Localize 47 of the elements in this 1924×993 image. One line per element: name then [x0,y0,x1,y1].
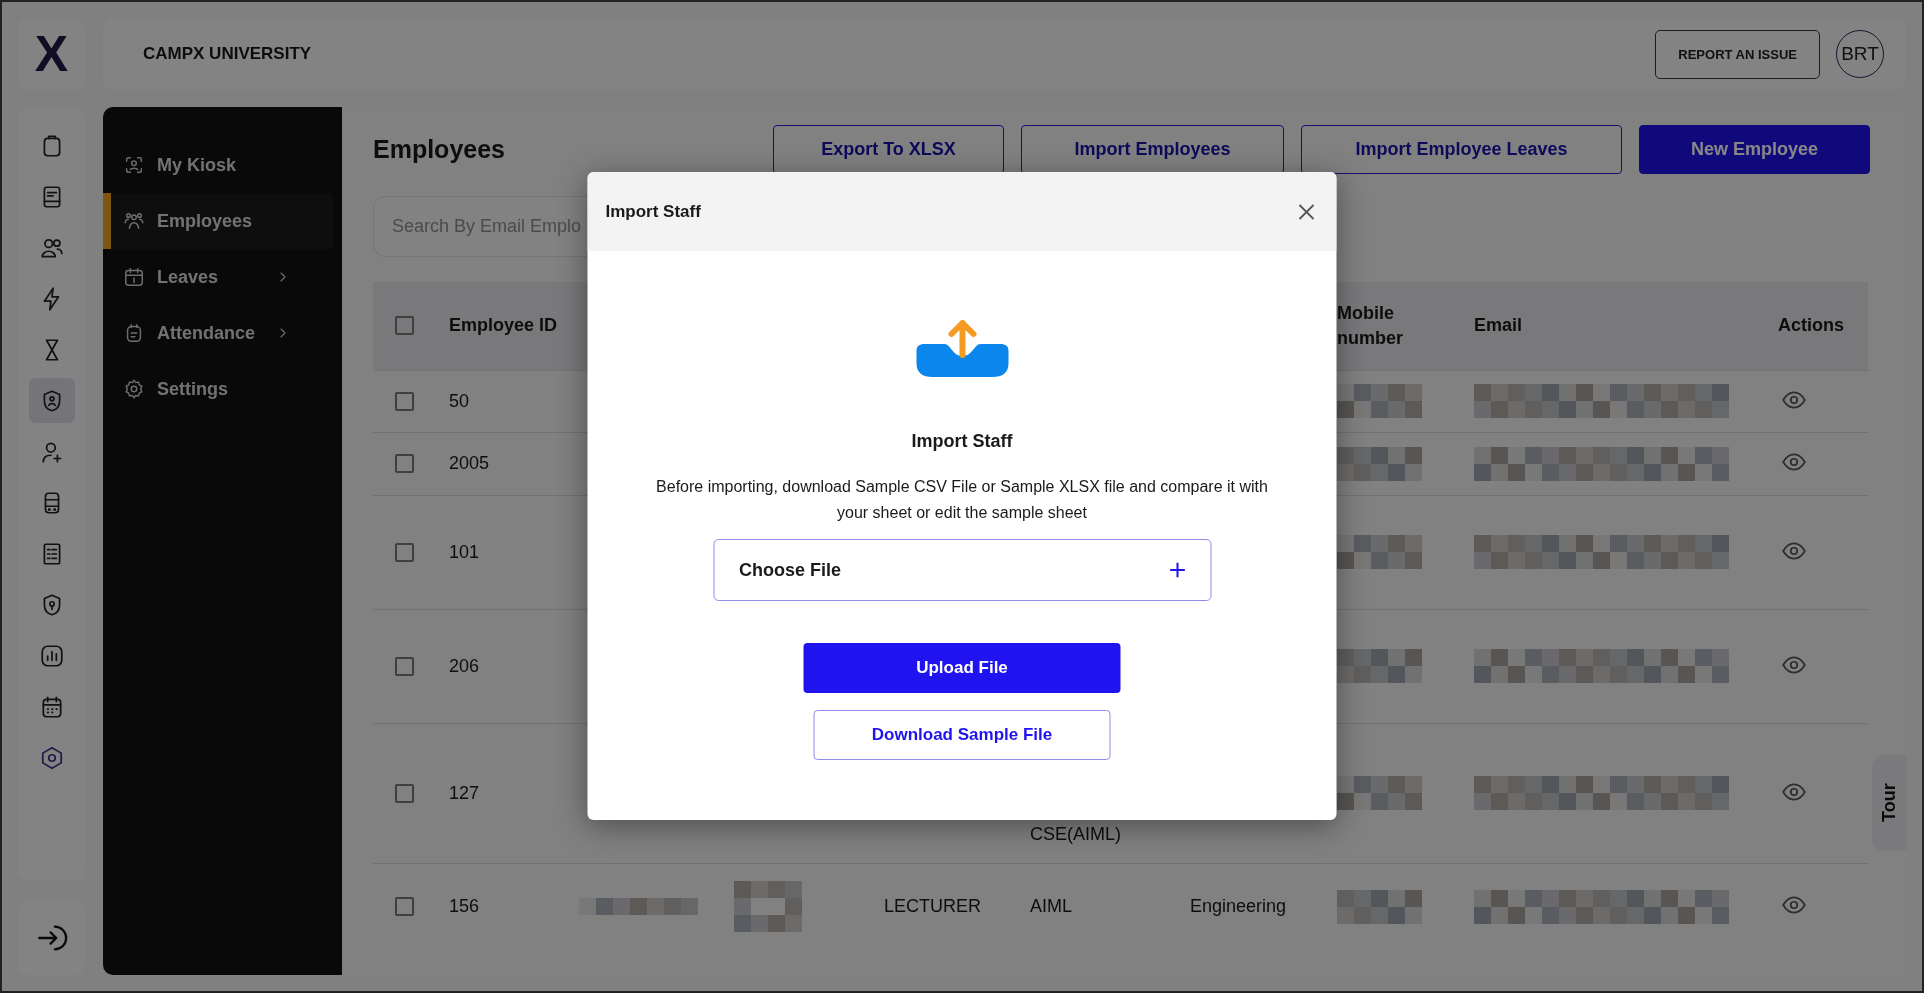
modal-title: Import Staff [605,201,702,222]
checkbox[interactable] [395,783,414,803]
checkbox[interactable] [395,542,414,562]
sidebar-item[interactable]: Attendance [103,305,333,361]
checkbox[interactable] [395,316,414,336]
users-icon [123,210,145,232]
checkbox[interactable] [395,454,414,473]
new-employee-button[interactable]: New Employee [1639,125,1870,174]
table-cell: 127 [449,782,480,803]
checkbox[interactable] [395,656,414,676]
sidebar-item[interactable]: Employees [103,193,333,249]
calendar-icon [123,266,145,288]
column-header: Employee ID [449,315,558,336]
chart-icon[interactable] [38,642,65,669]
redacted-text [734,881,802,933]
table-cell: 156 [449,896,480,917]
table-cell: 101 [449,541,480,562]
table-cell: 206 [449,655,480,676]
table-cell: Engineering [1190,896,1287,917]
report-issue-button[interactable]: REPORT AN ISSUE [1655,29,1820,79]
table-cell: 50 [449,390,470,411]
column-header: Email [1474,315,1523,336]
instructions-text: Before importing, download Sample CSV File or Sample XLSX file and compare it with your sheet or edit the sample sheet [655,477,1269,523]
page-title: Employees [373,135,506,164]
table-cell: LECTURER [884,896,981,917]
column-header: Actions [1778,315,1844,336]
dialog-heading: Import Staff [911,431,1013,452]
toolbar-button[interactable]: Import Employees [1021,125,1284,174]
toolbar-button[interactable]: Import Employee Leaves [1301,125,1622,174]
university-name: CAMPX UNIVERSITY [143,44,313,64]
face-scan-icon [123,154,145,176]
tour-button[interactable]: Tour [1872,755,1906,851]
checkbox[interactable] [395,391,414,411]
table-cell: 2005 [449,453,490,474]
checkbox[interactable] [395,897,414,917]
logo: X [34,29,69,79]
file-chooser-field[interactable]: Choose File [713,539,1211,602]
table-cell: CSE(AIML) [1030,823,1121,844]
table-cell: AIML [1030,896,1072,917]
upload-button[interactable]: Upload File [803,643,1121,694]
column-header: Mobile number [1337,302,1403,348]
toolbar-button[interactable]: Export To XLSX [773,125,1004,174]
sidebar-item[interactable]: Leaves [103,249,333,305]
download-button[interactable]: Download Sample File [813,710,1111,761]
sidebar-item[interactable]: Settings [103,361,333,417]
sidebar-item[interactable]: My Kiosk [103,137,333,193]
settings-icon [123,378,145,400]
